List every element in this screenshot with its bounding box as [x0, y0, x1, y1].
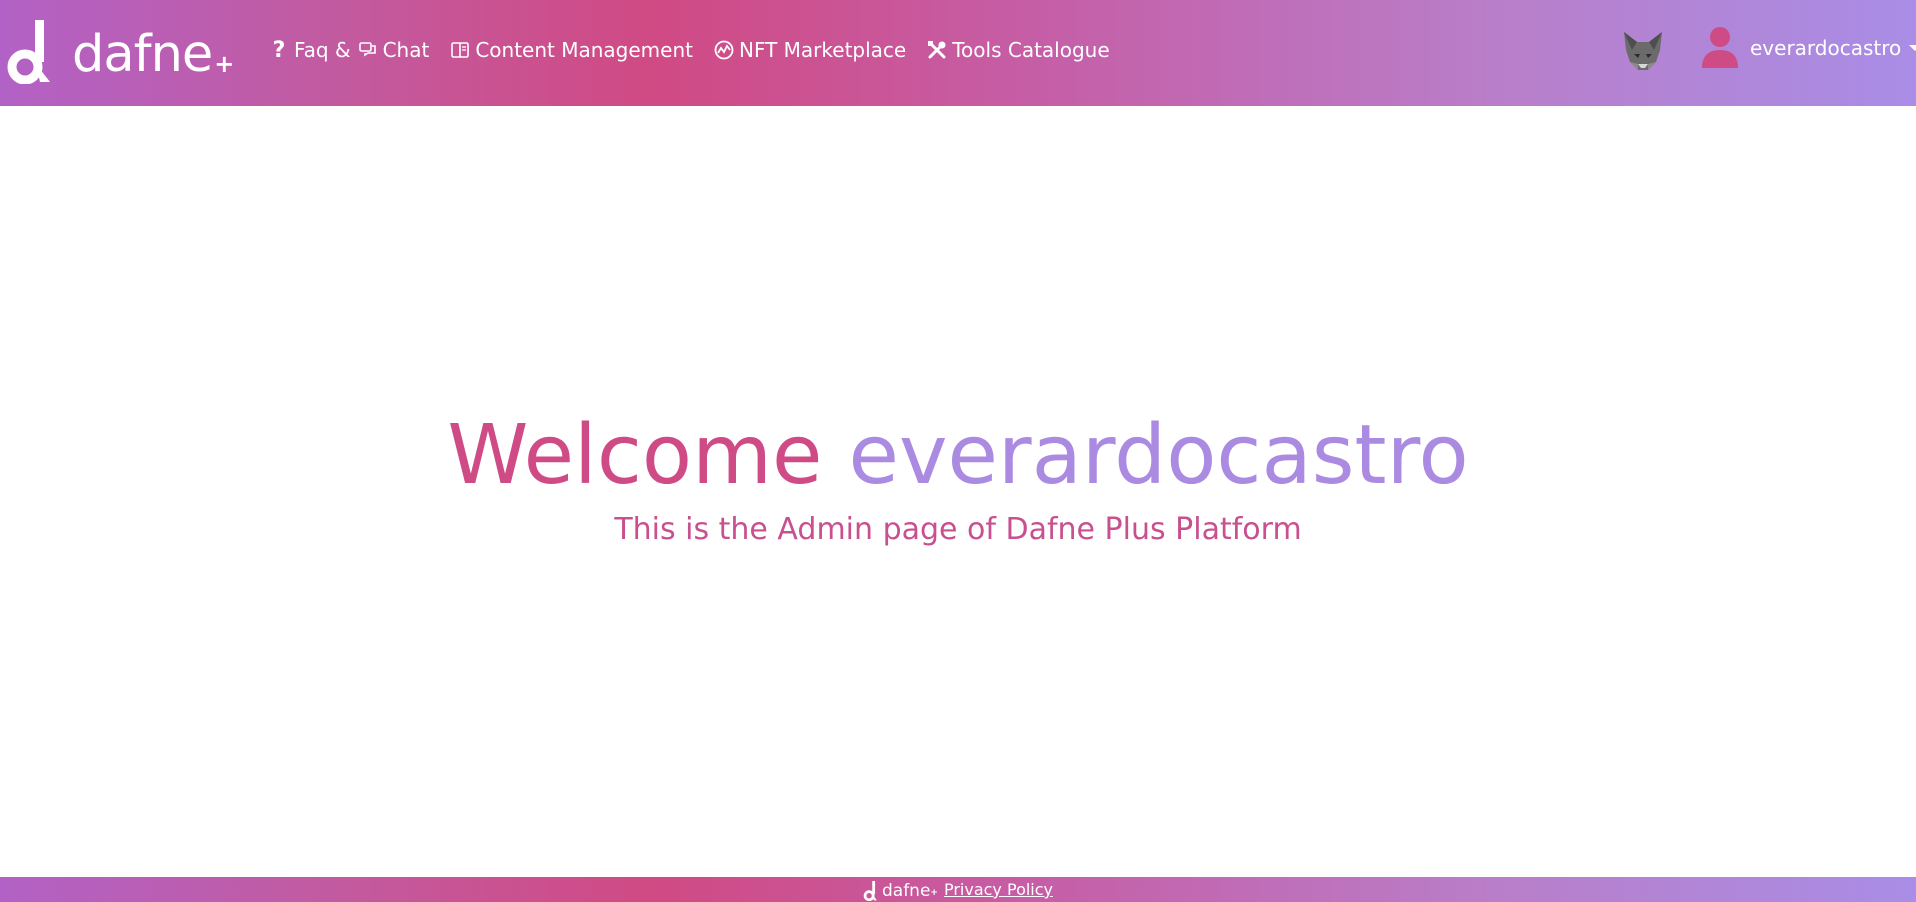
user-name: everardocastro	[1750, 36, 1902, 60]
chevron-down-icon	[1909, 45, 1916, 51]
nav-chat-label: Chat	[382, 38, 430, 62]
nav-faq-label: Faq &	[294, 38, 351, 62]
privacy-policy-link[interactable]: Privacy Policy	[944, 880, 1053, 899]
nav-tools-catalogue[interactable]: Tools Catalogue	[926, 34, 1110, 66]
question-icon: ?	[272, 37, 286, 63]
top-navbar: dafne + ? Faq & Chat Content Management …	[0, 0, 1916, 106]
footer-brand: dafne +	[863, 879, 938, 901]
brand-name: dafne	[72, 25, 213, 84]
book-icon	[449, 39, 471, 61]
nav-chat[interactable]: Chat	[357, 34, 430, 66]
nav-nft-marketplace[interactable]: NFT Marketplace	[713, 34, 906, 66]
welcome-word: Welcome	[447, 408, 823, 503]
user-menu[interactable]: everardocastro	[1700, 26, 1916, 70]
brand-plus: +	[214, 50, 235, 78]
brand-logo[interactable]: dafne +	[6, 18, 234, 84]
footer-brand-name: dafne	[881, 880, 931, 901]
nav-tools-catalogue-label: Tools Catalogue	[952, 38, 1110, 62]
dafne-logo-icon	[863, 880, 877, 901]
footer: dafne + Privacy Policy	[0, 877, 1916, 902]
nav-nft-marketplace-label: NFT Marketplace	[738, 38, 907, 62]
nav-faq[interactable]: ? Faq &	[268, 34, 351, 66]
footer-brand-plus: +	[930, 887, 938, 898]
nav-content-management[interactable]: Content Management	[449, 34, 693, 66]
metamask-fox-icon[interactable]	[1620, 28, 1666, 74]
nav-links: ? Faq & Chat Content Management NFT Mark…	[268, 34, 1130, 66]
user-icon	[1702, 27, 1738, 68]
tools-icon	[926, 39, 948, 61]
nav-content-management-label: Content Management	[475, 38, 693, 62]
dafne-logo-icon	[7, 20, 50, 84]
welcome-heading: Welcome everardocastro	[0, 406, 1916, 506]
page-subtitle: This is the Admin page of Dafne Plus Pla…	[614, 512, 1302, 547]
chart-circle-icon	[713, 39, 735, 61]
chat-icon	[357, 39, 379, 61]
welcome-username: everardocastro	[848, 408, 1469, 503]
